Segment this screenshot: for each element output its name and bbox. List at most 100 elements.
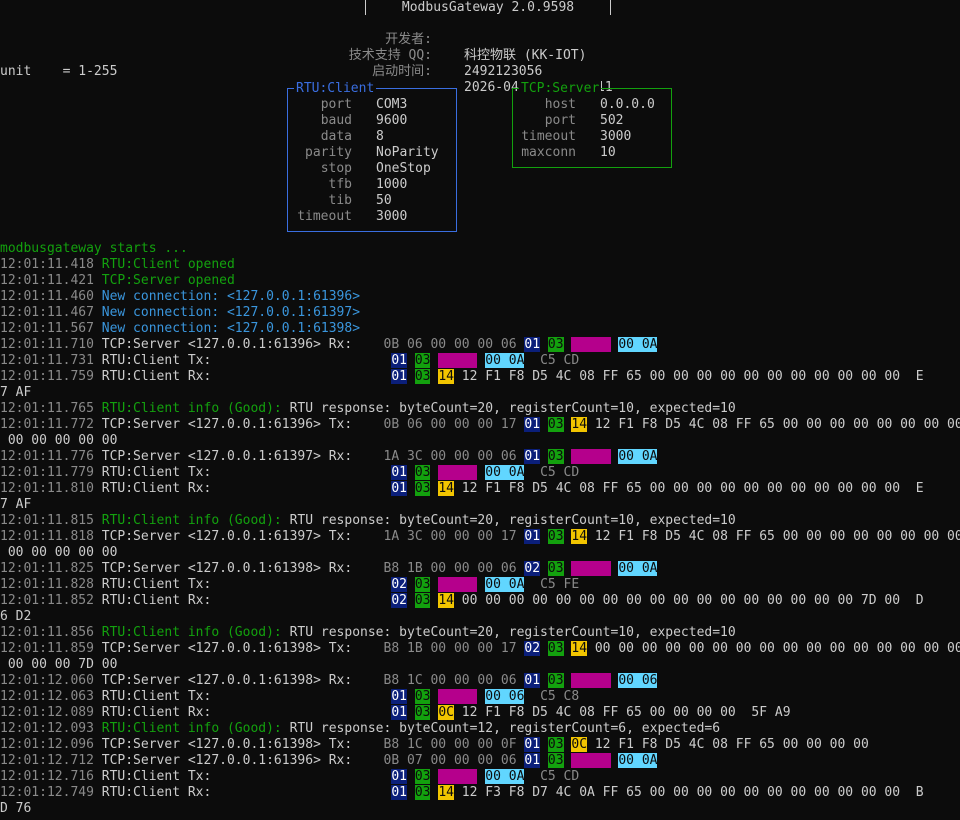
highlighted-byte: 00 0A [618,337,658,352]
log-text: D 76 [0,801,32,816]
timestamp: 12:01:11.825 [0,561,102,576]
log-text: TCP:Server opened [101,273,235,288]
log-text: C5 FE [524,577,580,592]
log-text: RTU response: byteCount=20, registerCoun… [281,401,736,416]
tcp-field-row-port: port 502 [513,113,671,129]
timestamp: 12:01:11.852 [0,593,102,608]
highlighted-byte: 00 00 [438,577,478,592]
highlighted-byte: 00 00 [571,337,611,352]
highlighted-byte: 00 0A [485,465,525,480]
log-text: 12 F1 F8 D5 4C 08 FF 65 00 00 00 00 5F A… [453,705,791,720]
log-text: RTU response: byteCount=20, registerCoun… [281,513,736,528]
log-text: 0B 06 00 00 00 17 [383,417,517,432]
tcp-field-value: 10 [600,145,616,160]
highlighted-byte: 03 [414,593,431,608]
timestamp: 12:01:11.467 [0,305,102,320]
log-text: RTU:Client Tx: [101,353,392,368]
log-text: 12 F1 F8 D5 4C 08 FF 65 00 00 00 00 00 0… [453,481,924,496]
highlighted-byte: 03 [547,641,564,656]
log-text: TCP:Server <127.0.0.1:61396> Rx: [101,337,384,352]
unit-line: unit = 1-255 [0,64,118,79]
log-line: 12:01:11.776 TCP:Server <127.0.0.1:61397… [0,449,960,465]
timestamp: 12:01:11.810 [0,481,102,496]
log-line: 12:01:11.810 RTU:Client Rx: 01 03 14 12 … [0,481,960,497]
rtu-field-value: NoParity [376,145,439,160]
log-line: 12:01:12.749 RTU:Client Rx: 01 03 14 12 … [0,785,960,801]
log-text: RTU:Client info (Good): [101,625,282,640]
timestamp: 12:01:11.815 [0,513,102,528]
log-line: 7 AF [0,497,960,513]
rtu-field-row-tfb: tfb 1000 [288,177,456,193]
tcp-field-row-timeout: timeout 3000 [513,129,671,145]
log-text: RTU response: byteCount=20, registerCoun… [281,625,736,640]
log-text: 0B 06 00 00 00 06 [383,337,517,352]
log-text: RTU:Client Tx: [101,465,392,480]
timestamp: 12:01:11.859 [0,641,102,656]
highlighted-byte: 14 [571,641,588,656]
highlighted-byte: 14 [438,369,454,384]
highlighted-byte: 03 [547,753,564,768]
timestamp: 12:01:12.063 [0,689,102,704]
timestamp: 12:01:11.765 [0,401,102,416]
highlighted-byte: 14 [438,481,454,496]
title-rule-left [0,7,365,8]
tcp-server-panel: TCP:Server host 0.0.0.0 port 502 timeout 3000… [512,81,672,168]
highlighted-byte: 00 0A [618,561,658,576]
rtu-field-key: timeout [297,209,352,224]
highlighted-byte: 01 [391,785,407,800]
highlighted-byte: 01 [391,769,407,784]
log-line: 12:01:11.759 RTU:Client Rx: 01 03 14 12 … [0,369,960,385]
tcp-field-row-maxconn: maxconn 10 [513,145,671,161]
tcp-field-value: 3000 [600,129,632,144]
timestamp: 12:01:11.710 [0,337,102,352]
log-text: TCP:Server <127.0.0.1:61397> Rx: [101,449,384,464]
rtu-field-row-parity: parity NoParity [288,145,456,161]
highlighted-byte: 01 [391,353,407,368]
log-text: B8 1C 00 00 00 0F [383,737,517,752]
rtu-field-row-baud: baud 9600 [288,113,456,129]
rtu-field-value: OneStop [376,161,431,176]
highlighted-byte: 00 00 [438,769,478,784]
timestamp: 12:01:11.567 [0,321,102,336]
rtu-field-key: parity [305,145,352,160]
rtu-field-key: port [320,97,352,112]
highlighted-byte: 00 0A [485,353,525,368]
console-window: ModbusGateway 2.0.9598 开发者: 科控物联 (KK-IOT… [0,0,960,820]
rtu-field-row-tib: tib 50 [288,193,456,209]
highlighted-byte: 03 [414,481,431,496]
log-text: 12 F3 F8 D7 4C 0A FF 65 00 00 00 00 00 0… [453,785,924,800]
highlighted-byte: 03 [414,577,431,592]
highlighted-byte: 01 [391,369,407,384]
log-text: RTU:Client Rx: [101,785,392,800]
log-text: RTU:Client info (Good): [101,721,282,736]
timestamp: 12:01:11.856 [0,625,102,640]
log-text: 7 AF [0,385,32,400]
log-text: RTU:Client info (Good): [101,513,282,528]
log-text: B8 1C 00 00 00 06 [383,673,517,688]
highlighted-byte: 02 [391,593,407,608]
log-text: New connection: <127.0.0.1:61396> [101,289,361,304]
log-text: 6 D2 [0,609,32,624]
rtu-field-value: 9600 [376,113,408,128]
rtu-field-value: 8 [376,129,384,144]
highlighted-byte: 01 [524,417,541,432]
highlighted-byte: 03 [414,369,431,384]
highlighted-byte: 00 0A [618,753,658,768]
highlighted-byte: 00 00 [571,561,611,576]
rtu-field-key: data [320,129,352,144]
timestamp: 12:01:11.818 [0,529,102,544]
log-text: 00 00 00 00 00 00 00 00 00 00 00 00 00 0… [453,593,924,608]
rtu-field-value: 3000 [376,209,408,224]
highlighted-byte: 01 [524,673,541,688]
log-text: B8 1B 00 00 00 06 [383,561,517,576]
support-label: 技术支持 QQ: [348,48,432,63]
highlighted-byte: 03 [547,737,564,752]
log-text: 1A 3C 00 00 00 17 [383,529,517,544]
highlighted-byte: 03 [414,465,431,480]
